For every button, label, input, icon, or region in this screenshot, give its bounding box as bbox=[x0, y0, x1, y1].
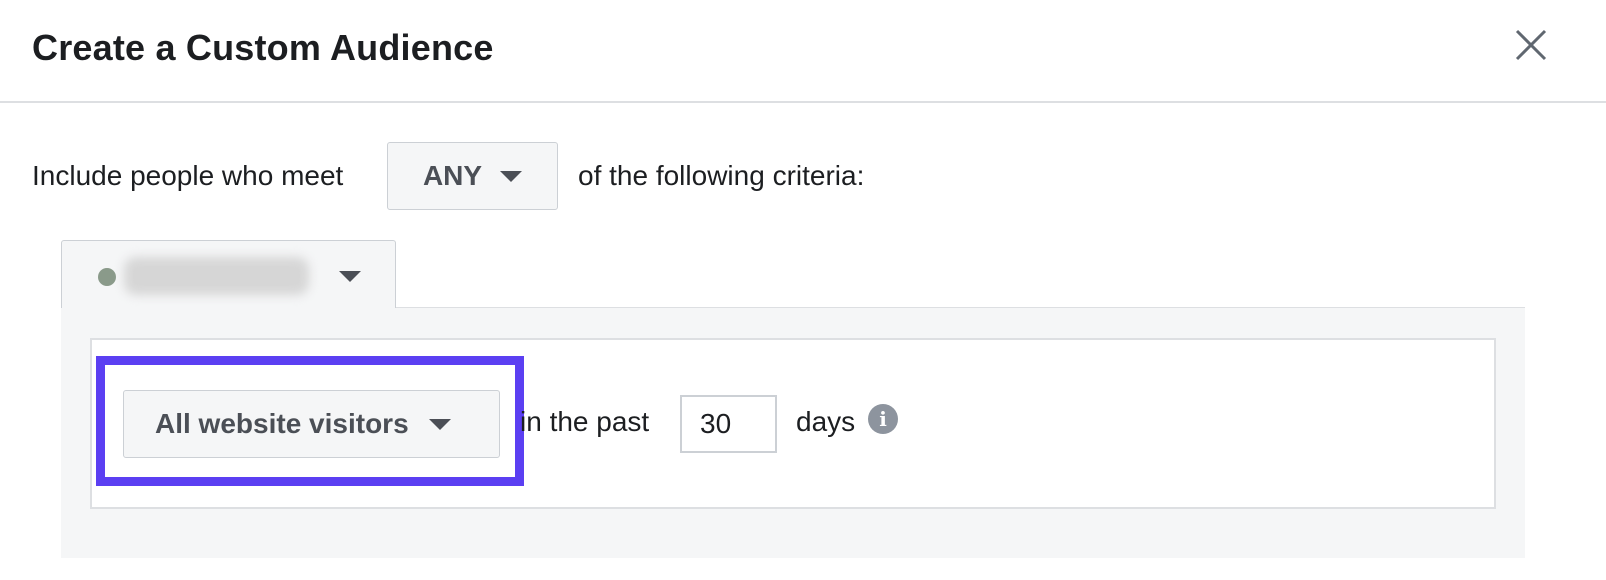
criteria-suffix: of the following criteria: bbox=[578, 160, 865, 191]
chevron-down-icon bbox=[428, 418, 451, 430]
info-icon[interactable]: i bbox=[868, 404, 898, 434]
days-label: days bbox=[796, 406, 856, 437]
dialog-header: Create a Custom Audience bbox=[0, 0, 1606, 103]
match-type-label: ANY bbox=[422, 160, 483, 191]
source-dropdown[interactable] bbox=[61, 240, 396, 308]
chevron-down-icon bbox=[339, 271, 361, 282]
audience-type-label: All website visitors bbox=[155, 408, 409, 439]
close-icon[interactable] bbox=[1512, 26, 1550, 64]
redacted-source-label bbox=[124, 257, 309, 295]
criteria-prefix: Include people who meet bbox=[32, 160, 344, 191]
chevron-down-icon bbox=[500, 170, 523, 182]
audience-type-dropdown[interactable]: All website visitors bbox=[123, 390, 500, 458]
match-type-dropdown[interactable]: ANY bbox=[387, 142, 558, 210]
retention-days-input[interactable] bbox=[680, 395, 777, 453]
status-dot-icon bbox=[98, 268, 116, 286]
in-the-past-label: in the past bbox=[520, 406, 650, 437]
dialog-title: Create a Custom Audience bbox=[32, 27, 494, 68]
